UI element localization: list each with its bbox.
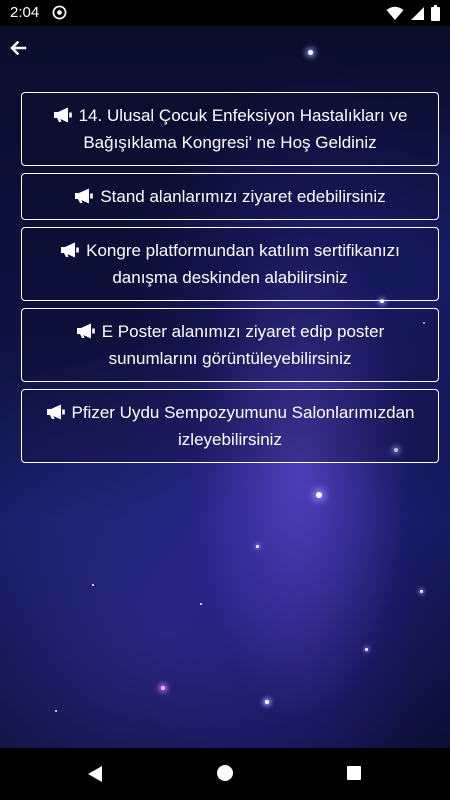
status-time: 2:04 — [10, 4, 40, 21]
announcement-text: 14. Ulusal Çocuk Enfeksiyon Hastalıkları… — [78, 106, 408, 152]
announcement-text: Kongre platformundan katılım sertifikanı… — [86, 241, 400, 287]
megaphone-icon — [46, 404, 65, 420]
megaphone-icon — [61, 242, 79, 258]
star — [161, 686, 165, 690]
announcement-card[interactable]: E Poster alanımızı ziyaret edip poster s… — [21, 308, 439, 382]
cellular-icon — [411, 6, 424, 20]
star — [256, 545, 259, 548]
back-arrow-icon[interactable] — [8, 38, 28, 58]
star — [308, 50, 313, 55]
star — [265, 700, 269, 704]
nav-recents-icon[interactable] — [347, 766, 361, 780]
star — [200, 603, 202, 605]
megaphone-icon — [75, 188, 94, 204]
nav-home-icon[interactable] — [217, 765, 233, 781]
status-icons — [386, 5, 440, 21]
announcement-text: E Poster alanımızı ziyaret edip poster s… — [101, 322, 385, 368]
megaphone-icon — [76, 323, 95, 339]
sync-icon — [52, 5, 67, 20]
star — [55, 710, 57, 712]
megaphone-icon — [53, 107, 72, 123]
nav-back-icon[interactable] — [86, 765, 104, 783]
star — [316, 492, 322, 498]
announcement-card[interactable]: Stand alanlarımızı ziyaret edebilirsiniz — [21, 173, 439, 220]
announcement-card[interactable]: Kongre platformundan katılım sertifikanı… — [21, 227, 439, 301]
battery-icon — [431, 5, 440, 21]
announcement-text: Stand alanlarımızı ziyaret edebilirsiniz — [100, 187, 386, 206]
star — [365, 648, 368, 651]
star — [420, 590, 423, 593]
wifi-icon — [386, 6, 404, 20]
navigation-bar — [0, 748, 450, 800]
star — [92, 584, 94, 586]
announcement-text: Pfizer Uydu Sempozyumunu Salonlarımızdan… — [71, 403, 415, 449]
announcement-card[interactable]: 14. Ulusal Çocuk Enfeksiyon Hastalıkları… — [21, 92, 439, 166]
announcement-card[interactable]: Pfizer Uydu Sempozyumunu Salonlarımızdan… — [21, 389, 439, 463]
status-bar: 2:04 — [0, 0, 450, 26]
announcement-list: 14. Ulusal Çocuk Enfeksiyon Hastalıkları… — [21, 92, 439, 470]
